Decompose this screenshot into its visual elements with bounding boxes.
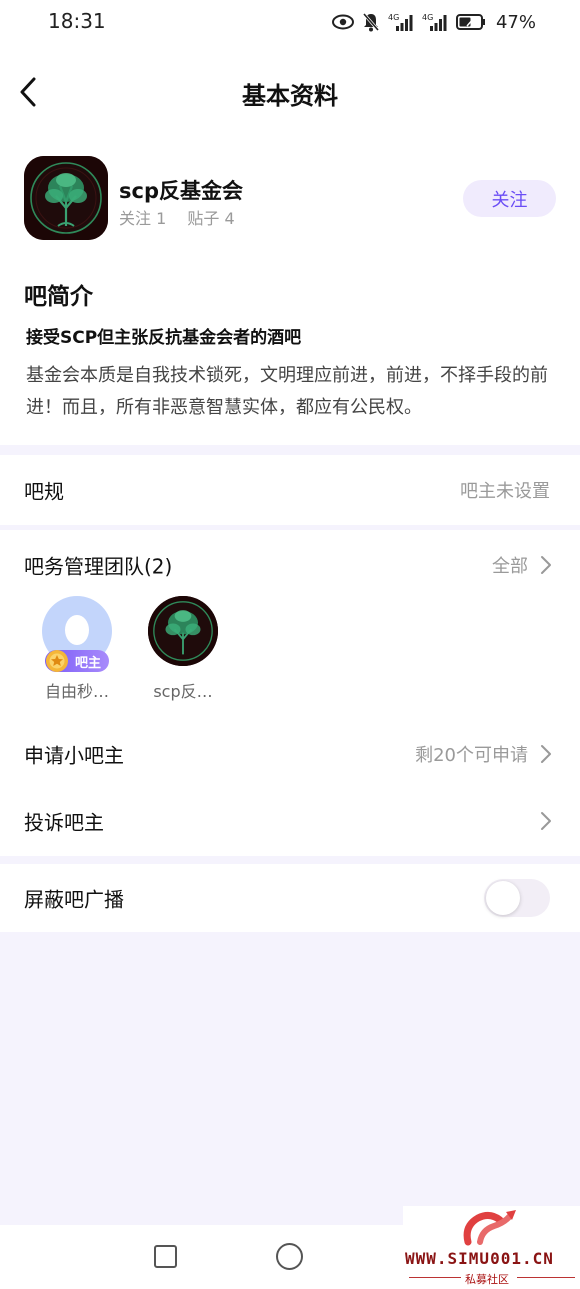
block-ads-row: 屏蔽吧广播 <box>0 864 580 932</box>
member-name: scp反… <box>153 682 213 701</box>
team-header-row[interactable]: 吧务管理团队(2) 全部 <box>0 530 580 600</box>
eye-icon <box>331 14 354 30</box>
member-avatar <box>148 596 218 666</box>
intro-heading: 吧简介 <box>24 284 93 310</box>
rules-row[interactable]: 吧规 吧主未设置 <box>0 455 580 525</box>
watermark-text: WWW.SIMU001.CN <box>405 1249 554 1268</box>
watermark-logo-icon <box>463 1210 516 1246</box>
medal-icon <box>46 650 68 672</box>
team-card: 吧务管理团队(2) 全部 吧主 自由秒… scp反… 申请小吧主 剩20个可申请… <box>0 530 580 856</box>
chevron-right-icon <box>541 556 551 574</box>
watermark-divider <box>409 1277 461 1278</box>
recent-apps-icon[interactable] <box>154 1245 177 1268</box>
home-icon[interactable] <box>276 1243 303 1270</box>
battery-percent: 47% <box>495 11 536 33</box>
svg-text:4G: 4G <box>422 13 433 22</box>
bar-avatar[interactable] <box>24 156 108 240</box>
svg-text:4G: 4G <box>388 13 399 22</box>
tree-logo-icon <box>148 596 218 666</box>
apply-value: 剩20个可申请 <box>415 745 528 766</box>
bar-name: scp反基金会 <box>119 179 243 203</box>
chevron-right-icon <box>541 745 551 763</box>
status-icons: 4G 4G 47% <box>331 10 536 34</box>
nav-bar: 基本资料 <box>0 44 580 140</box>
member-name: 自由秒… <box>44 682 109 701</box>
tree-logo-icon <box>24 156 108 240</box>
team-label: 吧务管理团队(2) <box>24 554 173 579</box>
signal-4g-icon: 4G <box>388 13 413 31</box>
battery-icon <box>455 14 485 30</box>
bar-info-card: scp反基金会 关注 1 贴子 4 关注 吧简介 接受SCP但主张反抗基金会者的… <box>0 140 580 445</box>
report-label: 投诉吧主 <box>24 810 104 835</box>
apply-row[interactable]: 申请小吧主 剩20个可申请 <box>0 719 580 789</box>
team-all-label: 全部 <box>492 556 528 577</box>
toggle-knob <box>486 881 520 915</box>
post-count: 贴子 4 <box>187 209 235 228</box>
follow-button[interactable]: 关注 <box>463 180 556 217</box>
watermark-sub: 私募社区 <box>465 1273 509 1286</box>
member-item[interactable]: scp反… <box>138 596 228 702</box>
watermark-divider <box>517 1277 575 1278</box>
signal-4g-icon: 4G <box>422 13 447 31</box>
intro-body: 基金会本质是自我技术锁死，文明理应前进，前进，不择手段的前进！而且，所有非恶意智… <box>26 365 548 418</box>
member-item[interactable]: 吧主 自由秒… <box>32 596 122 702</box>
page-title: 基本资料 <box>242 82 338 110</box>
watermark: WWW.SIMU001.CN 私募社区 <box>403 1206 580 1289</box>
owner-badge-label: 吧主 <box>74 655 101 671</box>
rules-value: 吧主未设置 <box>460 481 550 502</box>
apply-label: 申请小吧主 <box>24 743 124 768</box>
block-ads-toggle[interactable] <box>484 879 550 917</box>
block-ads-label: 屏蔽吧广播 <box>24 887 124 912</box>
owner-badge: 吧主 <box>45 650 109 672</box>
default-avatar: 吧主 <box>42 596 112 672</box>
rules-label: 吧规 <box>24 479 64 504</box>
status-time: 18:31 <box>48 9 106 33</box>
report-row[interactable]: 投诉吧主 <box>0 786 580 856</box>
bar-stats: 关注 1 贴子 4 <box>119 205 251 229</box>
chevron-right-icon <box>541 812 551 830</box>
intro-subtitle: 接受SCP但主张反抗基金会者的酒吧 <box>26 328 302 348</box>
status-bar: 18:31 4G 4G 47% <box>0 0 580 44</box>
follow-count: 关注 1 <box>119 209 167 228</box>
mute-bell-icon <box>362 13 380 32</box>
